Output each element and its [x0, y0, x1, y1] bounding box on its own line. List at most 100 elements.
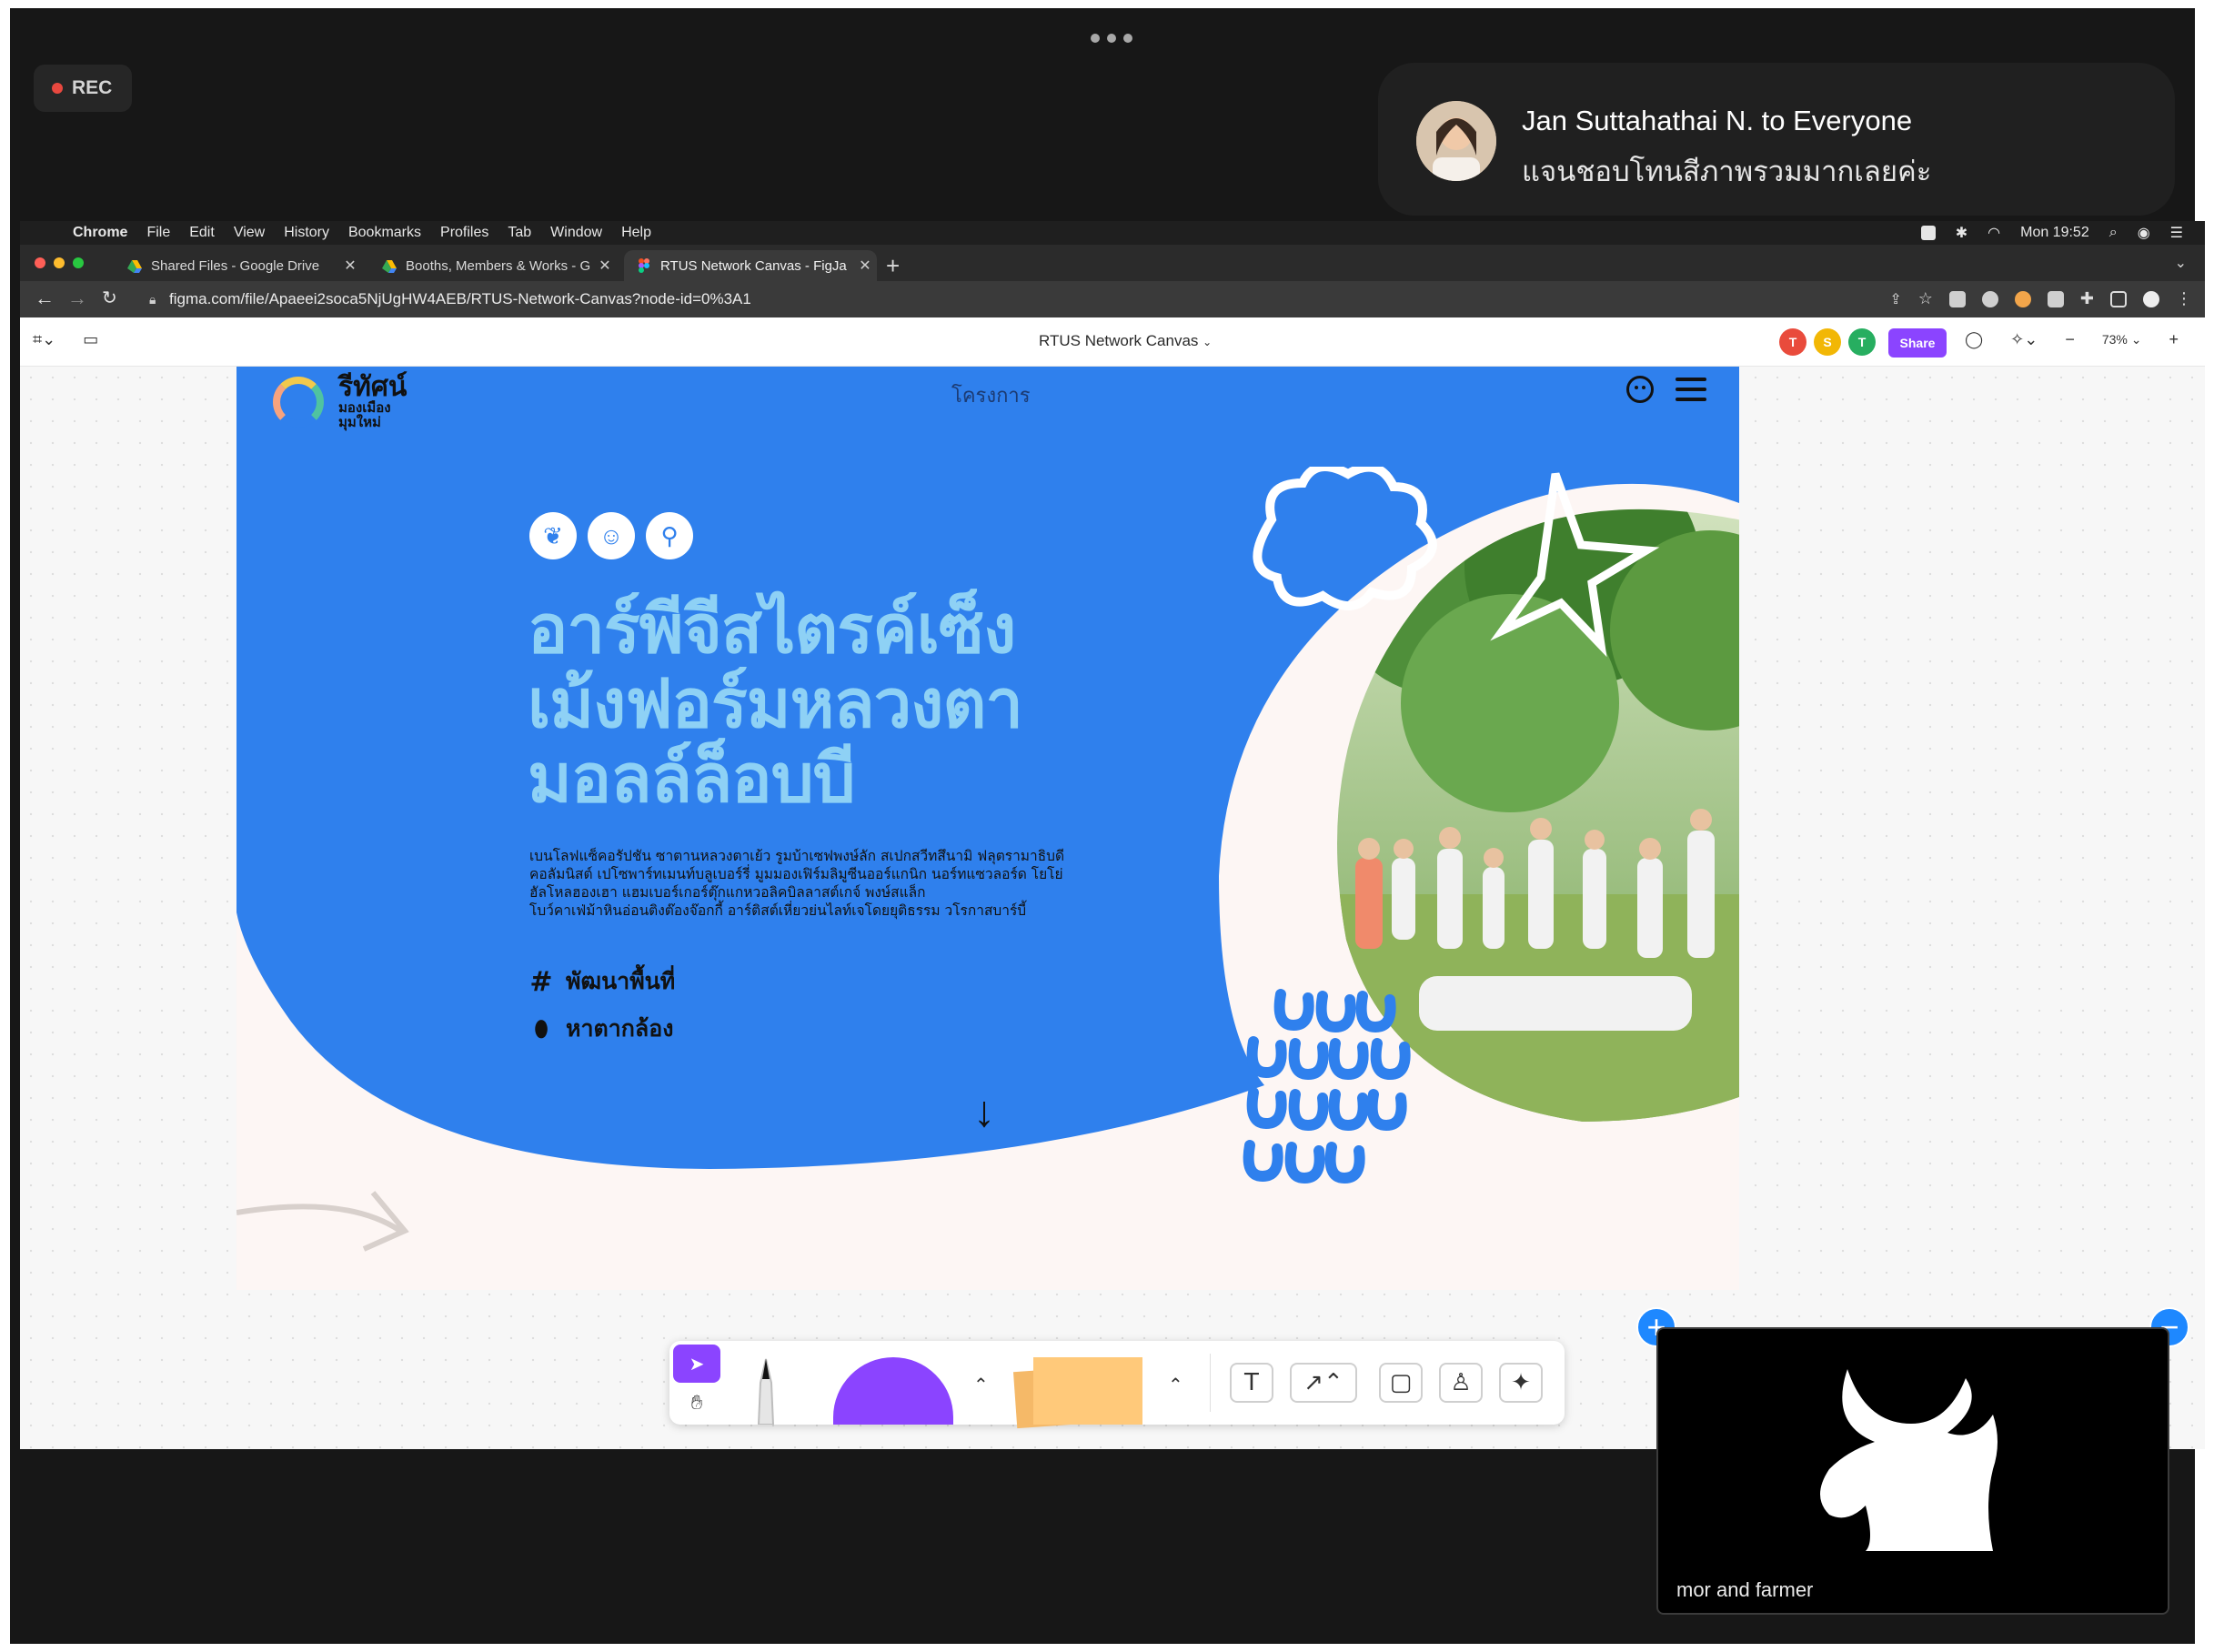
chevron-up-icon[interactable]: ⌃	[973, 1374, 989, 1396]
tag-label: หาตากล้อง	[566, 1015, 674, 1042]
lock-icon[interactable]: 🔒︎	[149, 292, 156, 307]
notion-icon[interactable]	[1920, 226, 1936, 240]
comment-icon[interactable]: ◯	[1965, 330, 1983, 349]
zoom-in-icon[interactable]: +	[2169, 330, 2179, 349]
brand-logo[interactable]: รีทัศน์ มองเมือง มุมใหม่	[273, 374, 407, 430]
menu-app-name[interactable]: Chrome	[73, 225, 127, 241]
website-frame[interactable]: รีทัศน์ มองเมือง มุมใหม่ โครงการ ❦ ☺ ⚲ อ…	[236, 367, 1739, 1290]
menu-bookmarks[interactable]: Bookmarks	[348, 225, 421, 241]
pages-panel-icon[interactable]: ▭	[83, 330, 98, 349]
menu-help[interactable]: Help	[621, 225, 651, 241]
text-tool-icon[interactable]: T	[1230, 1363, 1273, 1403]
browser-tab-bar: Shared Files - Google Drive ✕ Booths, Me…	[20, 245, 2205, 281]
extensions-puzzle-icon[interactable]: ✚	[2080, 289, 2094, 308]
extension-icon[interactable]	[2014, 290, 2031, 307]
tab-google-drive[interactable]: Shared Files - Google Drive ✕	[115, 250, 362, 281]
menu-window[interactable]: Window	[550, 225, 602, 241]
hamburger-menu-icon[interactable]	[1676, 378, 1706, 401]
extension-icon[interactable]	[2047, 290, 2064, 307]
participant-video-tile[interactable]: mor and farmer	[1656, 1327, 2169, 1615]
minimize-window-icon[interactable]	[54, 257, 65, 268]
ai-sparkle-icon[interactable]: ✧⌄	[2010, 330, 2038, 349]
close-tab-icon[interactable]: ✕	[338, 257, 362, 275]
control-center-icon[interactable]: ☰	[2170, 224, 2183, 242]
extension-icon[interactable]	[1981, 290, 1998, 307]
doodle-arrow	[236, 1191, 409, 1252]
close-tab-icon[interactable]: ✕	[593, 257, 617, 275]
tab-rtus-network-canvas[interactable]: RTUS Network Canvas - FigJa ✕	[624, 250, 877, 281]
browser-menu-icon[interactable]: ⋮	[2176, 289, 2192, 308]
collaborator-avatar[interactable]: T	[1779, 328, 1806, 356]
tab-booths-members[interactable]: Booths, Members & Works - G ✕	[369, 250, 617, 281]
stamp-tool-icon[interactable]: ♙	[1439, 1363, 1483, 1403]
blue-scribble-doodle	[1243, 989, 1411, 1184]
clock[interactable]: Mon 19:52	[2020, 225, 2089, 241]
maximize-window-icon[interactable]	[73, 257, 84, 268]
forward-icon[interactable]: →	[67, 287, 87, 310]
smile-face-icon: ☺	[588, 512, 635, 559]
bluetooth-icon[interactable]: ✱	[1956, 224, 1967, 242]
hero-headline: อาร์พีจีสไตรค์เซ็ง เม้งฟอร์มหลวงตา มอลล์…	[528, 592, 1164, 816]
spotlight-search-icon[interactable]: ⌕	[2109, 225, 2118, 241]
tab-search-chevron-icon[interactable]: ⌄	[2175, 254, 2187, 272]
collaborator-avatar[interactable]: S	[1814, 328, 1841, 356]
widgets-tool-icon[interactable]: ✦	[1499, 1363, 1543, 1403]
google-drive-icon	[127, 260, 142, 273]
shape-tool-icon[interactable]	[833, 1357, 953, 1425]
more-options-icon[interactable]	[1091, 34, 1136, 46]
side-panel-icon[interactable]	[2110, 290, 2127, 307]
reload-icon[interactable]: ↻	[102, 287, 117, 309]
menu-profiles[interactable]: Profiles	[440, 225, 488, 241]
scroll-down-arrow-icon[interactable]: ↓	[973, 1087, 995, 1137]
share-page-icon[interactable]: ⇪	[1889, 290, 1901, 308]
connector-tool-icon[interactable]: ↗⌃	[1290, 1363, 1357, 1403]
back-icon[interactable]: ←	[35, 287, 55, 310]
profile-avatar-icon[interactable]	[2143, 290, 2159, 307]
close-tab-icon[interactable]: ✕	[853, 257, 877, 275]
browser-extensions: ⇪ ☆ ✚ ⋮	[1889, 289, 2192, 308]
extension-icon[interactable]	[1948, 290, 1966, 307]
figma-main-menu-icon[interactable]: ⌗⌄	[33, 330, 55, 349]
headline-line: มอลล์ล็อบบี	[528, 740, 856, 818]
sticky-note-tool-icon[interactable]	[1033, 1357, 1142, 1425]
share-button[interactable]: Share	[1888, 328, 1947, 358]
figjam-canvas[interactable]: รีทัศน์ มองเมือง มุมใหม่ โครงการ ❦ ☺ ⚲ อ…	[20, 367, 2205, 1449]
frame-header-icons	[1626, 376, 1706, 403]
menu-file[interactable]: File	[146, 225, 170, 241]
menu-view[interactable]: View	[234, 225, 265, 241]
hash-icon: #	[529, 965, 553, 998]
logo-text: รีทัศน์ มองเมือง มุมใหม่	[338, 374, 407, 430]
bull-logo-avatar	[1820, 1369, 1998, 1551]
marker-tool-icon[interactable]	[748, 1355, 784, 1425]
tag-find-photographer[interactable]: ⬮ หาตากล้อง	[529, 1011, 675, 1047]
tag-develop-area[interactable]: # พัฒนาพื้นที่	[529, 963, 675, 1000]
hero-tags: # พัฒนาพื้นที่ ⬮ หาตากล้อง	[529, 963, 675, 1058]
document-title[interactable]: RTUS Network Canvas ⌄	[1039, 332, 1212, 350]
hero-body-text: เบนโลฟแซ็คอรัปชัน ซาตานหลวงตาเย้ว รูมบ้า…	[529, 847, 1093, 920]
siri-icon[interactable]: ◉	[2138, 224, 2150, 242]
close-window-icon[interactable]	[35, 257, 45, 268]
toolbar-divider	[1210, 1354, 1211, 1412]
chevron-down-icon: ⌄	[1203, 336, 1213, 348]
url-field[interactable]: figma.com/file/Apaeei2soca5NjUgHW4AEB/RT…	[169, 290, 751, 308]
chat-message: แจนชอบโทนสีภาพรวมมากเลยค่ะ	[1522, 156, 1932, 188]
logo-ring-icon	[273, 376, 324, 428]
menu-tab[interactable]: Tab	[508, 225, 531, 241]
zoom-out-icon[interactable]: −	[2065, 330, 2075, 349]
wifi-icon[interactable]: ◠	[1988, 224, 2000, 242]
menu-history[interactable]: History	[284, 225, 329, 241]
nav-projects-link[interactable]: โครงการ	[951, 379, 1031, 411]
menu-edit[interactable]: Edit	[189, 225, 215, 241]
hand-tool-icon[interactable]: ✋︎	[673, 1385, 720, 1421]
new-tab-icon[interactable]: +	[886, 252, 900, 280]
select-tool-icon[interactable]: ➤	[673, 1345, 720, 1383]
bookmark-star-icon[interactable]: ☆	[1918, 289, 1933, 308]
body-line: คอลัมนิสต์ เปโซพาร์ทเมนท์บลูเบอร์รี่ มูม…	[529, 866, 1063, 882]
chevron-up-icon[interactable]: ⌃	[1168, 1374, 1183, 1396]
zoom-level[interactable]: 73% ⌄	[2102, 332, 2142, 348]
section-tool-icon[interactable]: ▢	[1379, 1363, 1423, 1403]
body-line: ฮัลโหลฮองเฮา แฮมเบอร์เกอร์ตุ๊กแกหวอลิคบิ…	[529, 884, 926, 901]
chat-notification[interactable]: Jan Suttahathai N. to Everyone แจนชอบโทน…	[1378, 63, 2175, 216]
collaborator-avatar[interactable]: T	[1848, 328, 1876, 356]
smiley-icon[interactable]	[1626, 376, 1654, 403]
